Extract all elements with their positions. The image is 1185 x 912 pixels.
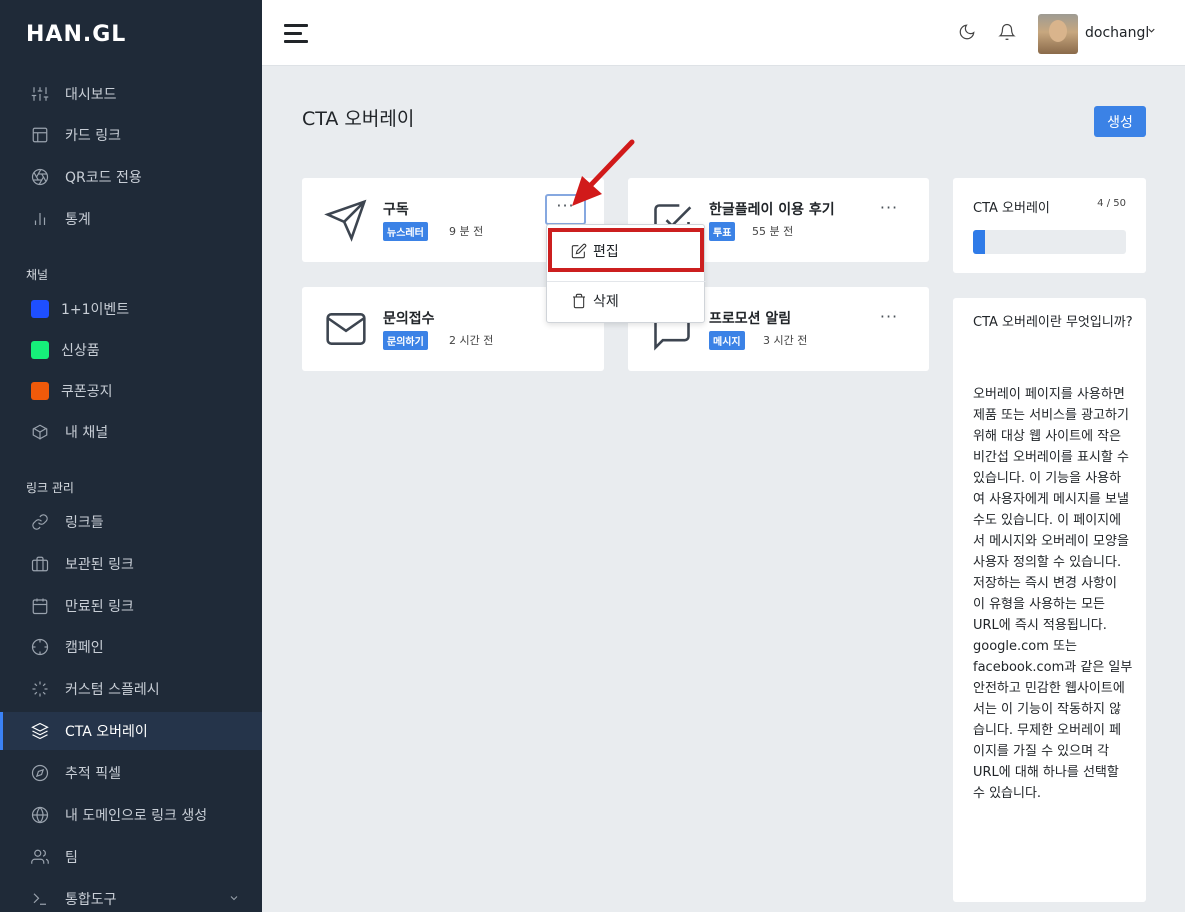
sidebar-item-expired[interactable]: 만료된 링크 [0,587,262,625]
sidebar-item-label: 내 채널 [65,425,109,441]
chevron-down-icon [228,892,240,908]
username[interactable]: dochangl [1085,25,1149,41]
channel-color-swatch [31,382,49,400]
sidebar-item-label: 캠페인 [65,640,104,656]
overlay-usage-card: CTA 오버레이 4 / 50 [953,178,1146,273]
bell-icon[interactable] [998,23,1018,43]
sidebar-item-domain[interactable]: 내 도메인으로 링크 생성 [0,796,262,834]
aperture-icon [30,167,50,187]
sidebar-item-my-channel[interactable]: 내 채널 [0,413,262,451]
page-title: CTA 오버레이 [302,108,415,130]
sidebar-item-dashboard[interactable]: 대시보드 [0,75,262,113]
usage-progress-fill [973,230,986,254]
send-icon [324,198,368,242]
sidebar-item-label: 대시보드 [65,87,117,103]
box-icon [30,422,50,442]
bar-chart-icon [30,209,50,229]
card-badge: 투표 [709,222,736,241]
channel-color-swatch [31,300,49,318]
sidebar-item-splash[interactable]: 커스텀 스플레시 [0,670,262,708]
card-time: 55 분 전 [752,225,794,238]
more-options-button[interactable]: ··· [878,200,900,221]
info-card: CTA 오버레이란 무엇입니까? 오버레이 페이지를 사용하면 제품 또는 서비… [953,298,1146,902]
mail-icon [324,307,368,351]
card-time: 2 시간 전 [449,334,494,347]
sidebar: HAN.GL 대시보드 카드 링크 QR코드 전용 통계 채널 1+1이벤트 신… [0,0,262,912]
annotation-arrow-icon [572,139,635,206]
card-badge: 문의하기 [383,331,428,350]
layout-icon [30,125,50,145]
sidebar-item-team[interactable]: 팀 [0,838,262,876]
app-logo[interactable]: HAN.GL [26,22,126,47]
sidebar-item-campaign[interactable]: 캠페인 [0,628,262,666]
sidebar-item-channel-coupon[interactable]: 쿠폰공지 [0,372,262,410]
link-icon [30,512,50,532]
sidebar-item-channel-event[interactable]: 1+1이벤트 [0,290,262,328]
calendar-icon [30,596,50,616]
sidebar-item-label: 내 도메인으로 링크 생성 [65,808,208,824]
menu-toggle-icon[interactable] [284,24,308,43]
terminal-icon [30,889,50,909]
card-time: 3 시간 전 [763,334,808,347]
users-icon [30,847,50,867]
sidebar-item-label: 통합도구 [65,892,117,908]
sidebar-item-label: 쿠폰공지 [61,384,113,400]
more-options-button[interactable]: ··· [878,309,900,330]
sidebar-item-stats[interactable]: 통계 [0,200,262,238]
sidebar-item-label: 팀 [65,850,78,866]
sidebar-item-label: 신상품 [61,343,100,359]
compass-icon [30,763,50,783]
loader-icon [30,679,50,699]
sidebar-item-card-link[interactable]: 카드 링크 [0,116,262,154]
usage-count: 4 / 50 [1097,198,1126,209]
card-title: 프로모션 알림 [709,311,792,327]
sidebar-item-label: 보관된 링크 [65,557,134,573]
globe-icon [30,805,50,825]
layers-icon [30,721,50,741]
channels-section-title: 채널 [26,268,49,282]
crosshair-icon [30,637,50,657]
sidebar-item-label: 1+1이벤트 [61,302,130,318]
sidebar-item-label: 커스텀 스플레시 [65,682,160,698]
links-section-title: 링크 관리 [26,481,74,495]
delete-menu-item[interactable]: 삭제 [547,281,706,321]
card-title: 한글플레이 이용 후기 [709,202,835,218]
sidebar-item-label: 추적 픽셀 [65,766,121,782]
card-badge: 뉴스레터 [383,222,428,241]
card-badge: 메시지 [709,331,745,350]
sidebar-item-label: CTA 오버레이 [65,724,148,740]
sidebar-item-channel-new[interactable]: 신상품 [0,331,262,369]
delete-label: 삭제 [593,294,619,310]
chevron-down-icon[interactable] [1146,25,1157,39]
sidebar-item-qr[interactable]: QR코드 전용 [0,158,262,196]
avatar[interactable] [1038,14,1078,54]
sidebar-item-label: 링크들 [65,515,104,531]
briefcase-icon [30,554,50,574]
sidebar-item-integrations[interactable]: 통합도구 [0,880,262,912]
sliders-icon [30,84,50,104]
card-time: 9 분 전 [449,225,484,238]
topbar: dochangl [262,0,1185,66]
sidebar-item-links[interactable]: 링크들 [0,503,262,541]
sidebar-item-label: 카드 링크 [65,128,121,144]
sidebar-item-cta-overlay[interactable]: CTA 오버레이 [0,712,262,750]
sidebar-item-label: QR코드 전용 [65,170,142,186]
moon-icon[interactable] [958,23,978,43]
trash-icon [573,293,585,309]
usage-progress-bar [973,230,1126,254]
sidebar-item-pixel[interactable]: 추적 픽셀 [0,754,262,792]
card-title: 구독 [383,202,409,218]
info-question: CTA 오버레이란 무엇입니까? [973,315,1133,330]
sidebar-item-archived[interactable]: 보관된 링크 [0,545,262,583]
create-button[interactable]: 생성 [1094,106,1146,137]
info-answer: 오버레이 페이지를 사용하면 제품 또는 서비스를 광고하기 위해 대상 웹 사… [973,387,1133,801]
edit-highlight-box [548,228,704,272]
usage-title: CTA 오버레이 [973,201,1050,216]
channel-color-swatch [31,341,49,359]
card-title: 문의접수 [383,311,435,327]
sidebar-item-label: 통계 [65,212,91,228]
sidebar-item-label: 만료된 링크 [65,599,134,615]
